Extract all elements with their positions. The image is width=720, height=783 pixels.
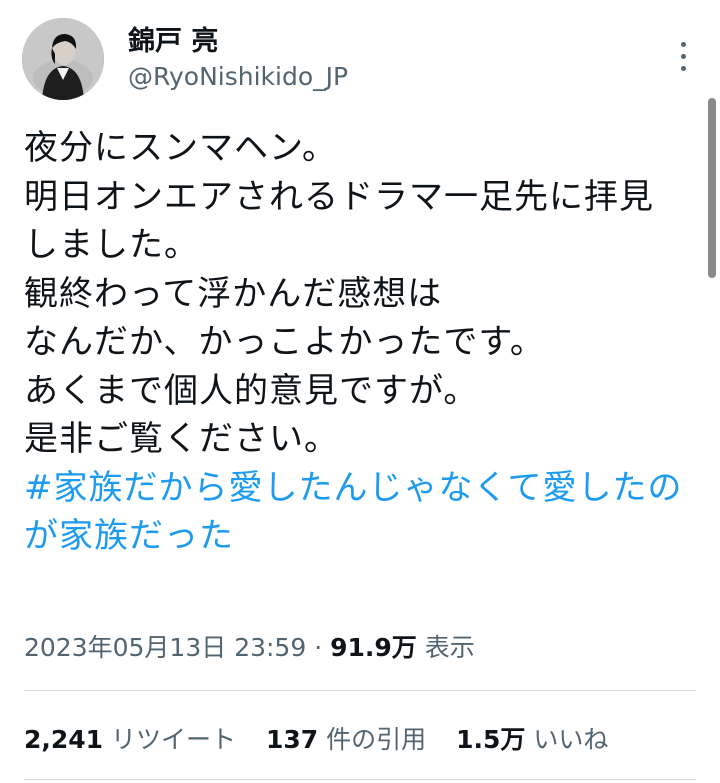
retweets-stat[interactable]: 2,241 リツイート bbox=[24, 720, 236, 760]
tweet-text-line: 観終わって浮かんだ感想は bbox=[24, 273, 443, 314]
tweet-header: 錦戸 亮 @RyoNishikido_JP bbox=[22, 18, 702, 108]
tweet-text-line: なんだか、かっこよかったです。 bbox=[24, 322, 545, 362]
dot-icon bbox=[680, 54, 686, 59]
dot-icon bbox=[680, 66, 686, 71]
tweet-meta: 2023年05月13日 23:59 · 91.9万 表示 bbox=[24, 628, 475, 668]
engagement-stats: 2,241 リツイート 137 件の引用 1.5万 いいね bbox=[24, 720, 630, 760]
hashtag-link[interactable]: #家族だから愛したんじゃなくて愛したの bbox=[24, 464, 704, 513]
divider bbox=[24, 779, 696, 780]
hashtag-link[interactable]: が家族だった bbox=[24, 512, 704, 561]
tweet-text-line: 是非ご覧ください。 bbox=[24, 419, 339, 459]
avatar-photo-icon bbox=[22, 18, 104, 100]
retweets-label: リツイート bbox=[111, 725, 237, 754]
likes-stat[interactable]: 1.5万 いいね bbox=[456, 720, 608, 760]
tweet-text-line: あくまで個人的意見ですが。 bbox=[24, 370, 479, 411]
more-vertical-icon[interactable] bbox=[678, 42, 688, 78]
divider bbox=[24, 690, 696, 691]
tweet-text-line: しました。 bbox=[24, 225, 199, 265]
timestamp[interactable]: 2023年05月13日 23:59 bbox=[24, 633, 306, 662]
views-count[interactable]: 91.9万 bbox=[330, 633, 417, 662]
user-handle[interactable]: @RyoNishikido_JP bbox=[128, 60, 348, 94]
likes-label: いいね bbox=[533, 725, 609, 754]
quotes-count: 137 bbox=[266, 725, 319, 754]
tweet-text-line: 明日オンエアされるドラマ一足先に拝見 bbox=[24, 176, 654, 217]
quotes-label: 件の引用 bbox=[326, 725, 427, 754]
tweet-text: 夜分にスンマヘン。 明日オンエアされるドラマ一足先に拝見 しました。 観終わって… bbox=[24, 124, 704, 561]
retweets-count: 2,241 bbox=[24, 725, 104, 754]
views-label: 表示 bbox=[416, 633, 475, 662]
quotes-stat[interactable]: 137 件の引用 bbox=[266, 720, 426, 760]
dot-icon bbox=[680, 42, 686, 47]
display-name[interactable]: 錦戸 亮 bbox=[128, 24, 348, 60]
author-names: 錦戸 亮 @RyoNishikido_JP bbox=[128, 24, 348, 94]
avatar[interactable] bbox=[22, 18, 104, 100]
tweet-detail: 錦戸 亮 @RyoNishikido_JP 夜分にスンマヘン。 明日オンエアされ… bbox=[0, 0, 720, 783]
meta-separator: · bbox=[306, 633, 331, 662]
scrollbar[interactable] bbox=[708, 98, 716, 278]
tweet-text-line: 夜分にスンマヘン。 bbox=[24, 128, 337, 168]
likes-count: 1.5万 bbox=[456, 725, 526, 754]
